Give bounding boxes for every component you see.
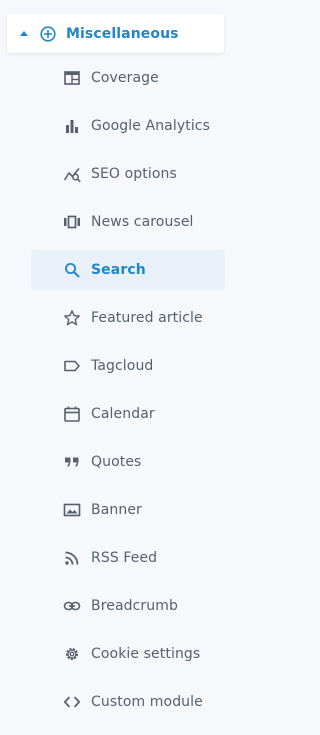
menu-item-coverage[interactable]: Coverage — [31, 58, 225, 98]
menu-item-label: RSS Feed — [91, 550, 158, 566]
menu-item-label: News carousel — [91, 214, 194, 230]
menu-item-banner[interactable]: Banner — [31, 490, 225, 530]
menu-item-quotes[interactable]: Quotes — [31, 442, 225, 482]
menu-item-label: Coverage — [91, 70, 159, 86]
menu-item-rss-feed[interactable]: RSS Feed — [31, 538, 225, 578]
carousel-icon — [63, 213, 81, 231]
coverage-icon — [63, 69, 81, 87]
menu-item-seo-options[interactable]: SEO options — [31, 154, 225, 194]
menu-item-label: Custom module — [91, 694, 203, 710]
menu-item-label: Breadcrumb — [91, 598, 178, 614]
menu-item-breadcrumb[interactable]: Breadcrumb — [31, 586, 225, 626]
menu-item-label: Tagcloud — [91, 358, 154, 374]
menu-item-calendar[interactable]: Calendar — [31, 394, 225, 434]
seo-trend-icon — [63, 165, 81, 183]
menu-item-label: Google Analytics — [91, 118, 210, 134]
menu-item-news-carousel[interactable]: News carousel — [31, 202, 225, 242]
link-icon — [63, 597, 81, 615]
calendar-icon — [63, 405, 81, 423]
plus-circle-icon — [40, 25, 56, 42]
menu-item-label: Quotes — [91, 454, 142, 470]
star-icon — [63, 309, 81, 327]
menu-item-custom-module[interactable]: Custom module — [31, 682, 225, 722]
quote-icon — [63, 453, 81, 471]
gear-icon — [63, 645, 81, 663]
group-header-miscellaneous[interactable]: Miscellaneous — [7, 14, 224, 53]
menu-item-google-analytics[interactable]: Google Analytics — [31, 106, 225, 146]
caret-up-icon[interactable] — [20, 30, 28, 36]
menu-item-label: Cookie settings — [91, 646, 201, 662]
rss-icon — [63, 549, 81, 567]
group-title: Miscellaneous — [66, 25, 179, 42]
menu-item-label: Search — [91, 262, 146, 278]
menu-item-label: Featured article — [91, 310, 203, 326]
menu-item-label: SEO options — [91, 166, 177, 182]
search-icon — [63, 261, 81, 279]
menu-item-label: Banner — [91, 502, 142, 518]
menu-item-cookie-settings[interactable]: Cookie settings — [31, 634, 225, 674]
code-icon — [63, 693, 81, 711]
menu-item-tagcloud[interactable]: Tagcloud — [31, 346, 225, 386]
menu-item-search[interactable]: Search — [31, 250, 225, 290]
bar-chart-icon — [63, 117, 81, 135]
menu-item-label: Calendar — [91, 406, 155, 422]
module-sidebar: Miscellaneous Coverage Google Analytics … — [0, 0, 249, 735]
menu-item-featured-article[interactable]: Featured article — [31, 298, 225, 338]
tag-icon — [63, 357, 81, 375]
image-icon — [63, 501, 81, 519]
module-list: Coverage Google Analytics SEO options Ne… — [31, 58, 225, 730]
